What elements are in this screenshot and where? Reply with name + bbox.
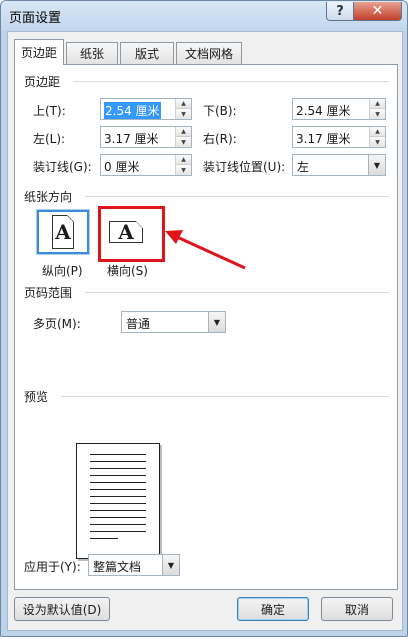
title-bar[interactable]: 页面设置 ? ✕ [1, 1, 407, 31]
right-margin-spinner[interactable]: 3.17 厘米 ▲ ▼ [292, 126, 386, 148]
tab-layout[interactable]: 版式 [120, 42, 174, 64]
margins-panel: 页边距 上(T): 2.54 厘米 ▲ ▼ 下(B): 2.54 厘米 ▲ ▼ … [14, 64, 398, 590]
spin-down-icon[interactable]: ▼ [176, 137, 191, 147]
ok-label: 确定 [260, 602, 285, 617]
page-range-group-title: 页码范围 [24, 286, 73, 300]
tab-margins[interactable]: 页边距 [14, 39, 64, 65]
gutter-spinner[interactable]: 0 厘米 ▲ ▼ [100, 154, 192, 176]
tab-document-grid-label: 文档网格 [184, 47, 233, 61]
preview-text-line [90, 517, 146, 518]
preview-text-line [90, 538, 118, 539]
multiple-pages-value: 普通 [126, 317, 151, 331]
orientation-group-title: 纸张方向 [24, 190, 73, 204]
preview-text-line [90, 524, 146, 525]
page-range-divider [85, 292, 389, 293]
chevron-down-icon[interactable]: ▼ [162, 555, 179, 575]
chevron-down-icon[interactable]: ▼ [208, 312, 225, 332]
left-margin-spinner[interactable]: 3.17 厘米 ▲ ▼ [100, 126, 192, 148]
preview-text-line [90, 482, 146, 483]
preview-text-line [90, 510, 146, 511]
dialog-body: 页边距 纸张 版式 文档网格 页边距 上(T): 2.54 厘米 ▲ ▼ 下(B… [7, 31, 403, 631]
preview-text-line [90, 503, 146, 504]
spin-down-icon[interactable]: ▼ [370, 109, 385, 119]
spin-up-icon[interactable]: ▲ [176, 155, 191, 165]
chevron-down-icon[interactable]: ▼ [368, 155, 385, 175]
cancel-button[interactable]: 取消 [321, 597, 393, 621]
preview-text-line [90, 489, 146, 490]
tab-paper-label: 纸张 [79, 47, 104, 61]
left-margin-label: 左(L): [33, 132, 66, 146]
spin-up-icon[interactable]: ▲ [370, 99, 385, 109]
top-margin-spinner[interactable]: 2.54 厘米 ▲ ▼ [100, 98, 192, 120]
preview-text-line [90, 461, 146, 462]
preview-text-line [90, 496, 146, 497]
landscape-label: 横向(S) [107, 264, 148, 278]
help-button[interactable]: ? [326, 2, 354, 21]
set-default-button[interactable]: 设为默认值(D) [14, 597, 110, 621]
right-margin-value: 3.17 厘米 [296, 132, 351, 146]
help-icon: ? [336, 3, 344, 19]
spin-down-icon[interactable]: ▼ [370, 137, 385, 147]
bottom-margin-spinner[interactable]: 2.54 厘米 ▲ ▼ [292, 98, 386, 120]
portrait-page-icon: A [52, 215, 74, 249]
red-annotation-arrow [165, 230, 246, 270]
top-margin-value: 2.54 厘米 [104, 102, 161, 119]
portrait-glyph: A [55, 220, 71, 244]
gutter-position-select[interactable]: 左 ▼ [292, 154, 386, 176]
tab-margins-label: 页边距 [20, 46, 57, 60]
left-margin-value: 3.17 厘米 [104, 132, 159, 146]
left-margin-spin-buttons: ▲ ▼ [175, 127, 191, 147]
red-highlight-box [98, 206, 165, 262]
apply-to-select[interactable]: 整篇文档 ▼ [88, 554, 180, 576]
set-default-label: 设为默认值(D) [22, 602, 102, 617]
margins-group-title: 页边距 [24, 75, 61, 89]
cancel-label: 取消 [344, 602, 369, 617]
bottom-margin-spin-buttons: ▲ ▼ [369, 99, 385, 119]
gutter-label: 装订线(G): [33, 160, 92, 174]
tab-layout-label: 版式 [134, 47, 159, 61]
right-margin-label: 右(R): [203, 132, 237, 146]
gutter-position-value: 左 [297, 160, 310, 174]
close-button[interactable]: ✕ [353, 2, 402, 21]
top-margin-spin-buttons: ▲ ▼ [175, 99, 191, 119]
bottom-margin-label: 下(B): [203, 104, 237, 118]
spin-up-icon[interactable]: ▲ [176, 99, 191, 109]
preview-group-title: 预览 [24, 390, 49, 404]
apply-to-label: 应用于(Y): [24, 560, 81, 574]
preview-text-line [90, 531, 146, 532]
window-title: 页面设置 [9, 11, 62, 26]
orientation-divider [85, 196, 389, 197]
spin-up-icon[interactable]: ▲ [370, 127, 385, 137]
close-icon: ✕ [371, 3, 384, 19]
portrait-label: 纵向(P) [42, 264, 83, 278]
tab-document-grid[interactable]: 文档网格 [176, 42, 242, 64]
tab-paper[interactable]: 纸张 [66, 42, 118, 64]
gutter-position-label: 装订线位置(U): [203, 160, 286, 174]
page-fold-icon [67, 215, 74, 222]
gutter-value: 0 厘米 [104, 160, 140, 174]
preview-text-line [90, 454, 146, 455]
top-margin-label: 上(T): [33, 104, 66, 118]
gutter-spin-buttons: ▲ ▼ [175, 155, 191, 175]
right-margin-spin-buttons: ▲ ▼ [369, 127, 385, 147]
spin-up-icon[interactable]: ▲ [176, 127, 191, 137]
apply-to-value: 整篇文档 [93, 560, 142, 574]
bottom-margin-value: 2.54 厘米 [296, 104, 351, 118]
spin-down-icon[interactable]: ▼ [176, 165, 191, 175]
margins-divider [73, 81, 389, 82]
portrait-option[interactable]: A [36, 209, 90, 255]
preview-text-line [90, 468, 146, 469]
multiple-pages-select[interactable]: 普通 ▼ [121, 311, 226, 333]
page-setup-dialog: 页面设置 ? ✕ 页边距 纸张 版式 文档网格 页边距 上(T): 2.54 厘… [0, 0, 408, 637]
preview-divider [61, 396, 389, 397]
multiple-pages-label: 多页(M): [33, 317, 81, 331]
spin-down-icon[interactable]: ▼ [176, 109, 191, 119]
preview-page [76, 443, 160, 559]
preview-text-line [90, 475, 146, 476]
ok-button[interactable]: 确定 [237, 597, 309, 621]
